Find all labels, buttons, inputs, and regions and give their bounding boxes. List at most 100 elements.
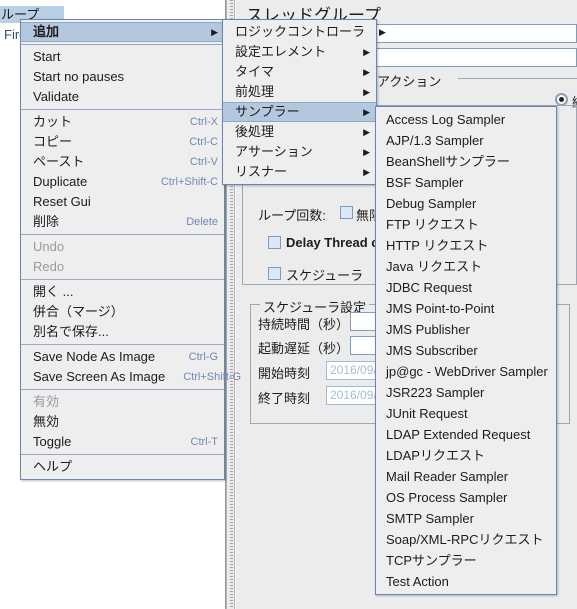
menu-item-label: アサーション bbox=[235, 144, 313, 159]
menu-item-add-2[interactable]: タイマ ▶ bbox=[223, 62, 376, 82]
menu-item-label: Debug Sampler bbox=[386, 196, 477, 211]
menu-item-sampler-17[interactable]: Mail Reader Sampler bbox=[376, 466, 556, 487]
menu-item-context-24[interactable]: 無効 bbox=[21, 412, 224, 432]
menu-item-sampler-13[interactable]: JSR223 Sampler bbox=[376, 382, 556, 403]
menu-item-label: ロジックコントローラ bbox=[235, 24, 366, 39]
end-time-label: 終了時刻 bbox=[258, 391, 311, 406]
menu-item-context-9[interactable]: Duplicate Ctrl+Shift-C bbox=[21, 172, 224, 192]
menu-item-add-7[interactable]: リスナー ▶ bbox=[223, 162, 376, 182]
add-submenu[interactable]: ロジックコントローラ ▶ 設定エレメント ▶ タイマ ▶ 前処理 ▶ サンプラー ▶ 後処理 ▶ アサー… bbox=[222, 19, 386, 185]
menu-item-context-13: Undo bbox=[21, 237, 224, 257]
menu-item-add-4[interactable]: サンプラー ▶ bbox=[223, 102, 376, 122]
loop-infinite-checkbox[interactable] bbox=[340, 206, 353, 219]
menu-item-sampler-7[interactable]: Java リクエスト bbox=[376, 256, 556, 277]
menu-item-context-18[interactable]: 別名で保存... bbox=[21, 322, 224, 342]
menu-item-sampler-8[interactable]: JDBC Request bbox=[376, 277, 556, 298]
menu-item-label: リスナー bbox=[235, 164, 288, 179]
chevron-right-icon: ▶ bbox=[363, 127, 370, 137]
menu-item-label: Toggle bbox=[33, 434, 72, 449]
menu-item-context-10[interactable]: Reset Gui bbox=[21, 192, 224, 212]
action-group-rule bbox=[458, 78, 577, 79]
chevron-right-icon: ▶ bbox=[211, 27, 218, 37]
menu-item-sampler-2[interactable]: BeanShellサンプラー bbox=[376, 151, 556, 172]
menu-item-label: TCPサンプラー bbox=[386, 553, 477, 568]
menu-item-context-21[interactable]: Save Screen As Image Ctrl+Shift-G bbox=[21, 367, 241, 387]
menu-item-context-2[interactable]: Start bbox=[21, 47, 224, 67]
menu-item-sampler-5[interactable]: FTP リクエスト bbox=[376, 214, 556, 235]
menu-item-sampler-14[interactable]: JUnit Request bbox=[376, 403, 556, 424]
menu-item-sampler-21[interactable]: TCPサンプラー bbox=[376, 550, 556, 571]
menu-item-add-5[interactable]: 後処理 ▶ bbox=[223, 122, 376, 142]
menu-item-label: FTP リクエスト bbox=[386, 217, 479, 232]
menu-item-label: SMTP Sampler bbox=[386, 511, 474, 526]
menu-item-sampler-4[interactable]: Debug Sampler bbox=[376, 193, 556, 214]
menu-separator bbox=[21, 279, 224, 280]
menu-item-label: OS Process Sampler bbox=[386, 490, 508, 505]
menu-item-sampler-19[interactable]: SMTP Sampler bbox=[376, 508, 556, 529]
menu-item-context-16[interactable]: 開く ... bbox=[21, 282, 224, 302]
menu-item-context-8[interactable]: ペースト Ctrl-V bbox=[21, 152, 224, 172]
menu-item-shortcut: Delete bbox=[186, 216, 218, 228]
menu-separator bbox=[21, 44, 224, 45]
menu-item-sampler-22[interactable]: Test Action bbox=[376, 571, 556, 592]
chevron-right-icon: ▶ bbox=[363, 147, 370, 157]
menu-item-label: 前処理 bbox=[235, 84, 275, 99]
menu-item-sampler-15[interactable]: LDAP Extended Request bbox=[376, 424, 556, 445]
menu-item-add-6[interactable]: アサーション ▶ bbox=[223, 142, 376, 162]
menu-item-context-4[interactable]: Validate bbox=[21, 87, 224, 107]
menu-item-sampler-1[interactable]: AJP/1.3 Sampler bbox=[376, 130, 556, 151]
menu-item-label: Test Action bbox=[386, 574, 449, 589]
menu-item-context-0[interactable]: 追加 ▶ bbox=[21, 22, 224, 42]
menu-item-label: 開く ... bbox=[33, 284, 74, 299]
sampler-submenu[interactable]: Access Log Sampler AJP/1.3 Sampler BeanShe… bbox=[375, 106, 557, 595]
menu-item-label: タイマ bbox=[235, 64, 275, 79]
menu-item-sampler-10[interactable]: JMS Publisher bbox=[376, 319, 556, 340]
menu-item-sampler-20[interactable]: Soap/XML-RPCリクエスト bbox=[376, 529, 556, 550]
menu-item-sampler-9[interactable]: JMS Point-to-Point bbox=[376, 298, 556, 319]
menu-item-sampler-11[interactable]: JMS Subscriber bbox=[376, 340, 556, 361]
menu-item-context-7[interactable]: コピー Ctrl-C bbox=[21, 132, 224, 152]
menu-item-label: Duplicate bbox=[33, 174, 88, 189]
menu-item-sampler-16[interactable]: LDAPリクエスト bbox=[376, 445, 556, 466]
duration-label: 持続時間（秒） bbox=[258, 317, 350, 332]
menu-item-add-3[interactable]: 前処理 ▶ bbox=[223, 82, 376, 102]
menu-item-sampler-0[interactable]: Access Log Sampler bbox=[376, 109, 556, 130]
menu-item-label: JDBC Request bbox=[386, 280, 472, 295]
menu-item-shortcut: Ctrl-X bbox=[189, 116, 218, 128]
menu-item-sampler-6[interactable]: HTTP リクエスト bbox=[376, 235, 556, 256]
menu-item-context-25[interactable]: Toggle Ctrl-T bbox=[21, 432, 224, 452]
menu-item-context-3[interactable]: Start no pauses bbox=[21, 67, 224, 87]
menu-item-context-14: Redo bbox=[21, 257, 224, 277]
menu-item-add-1[interactable]: 設定エレメント ▶ bbox=[223, 42, 376, 62]
menu-item-context-17[interactable]: 併合（マージ） bbox=[21, 302, 224, 322]
menu-item-context-11[interactable]: 削除 Delete bbox=[21, 212, 224, 232]
menu-item-label: Mail Reader Sampler bbox=[386, 469, 509, 484]
chevron-right-icon: ▶ bbox=[379, 27, 386, 37]
menu-item-label: ペースト bbox=[33, 154, 85, 169]
menu-item-label: ヘルプ bbox=[33, 459, 73, 474]
menu-item-label: HTTP リクエスト bbox=[386, 238, 489, 253]
menu-item-sampler-18[interactable]: OS Process Sampler bbox=[376, 487, 556, 508]
menu-item-context-20[interactable]: Save Node As Image Ctrl-G bbox=[21, 347, 224, 367]
menu-item-label: サンプラー bbox=[235, 104, 300, 119]
menu-item-label: JMS Point-to-Point bbox=[386, 301, 495, 316]
menu-item-sampler-12[interactable]: jp@gc - WebDriver Sampler bbox=[376, 361, 556, 382]
menu-item-label: LDAP Extended Request bbox=[386, 427, 531, 442]
node-context-menu[interactable]: 追加 ▶ Start Start no pauses Validate カット Ctrl-X… bbox=[20, 19, 241, 480]
menu-item-label: 併合（マージ） bbox=[33, 304, 124, 319]
scheduler-checkbox[interactable] bbox=[268, 267, 281, 280]
menu-item-shortcut: Ctrl-V bbox=[189, 156, 218, 168]
menu-item-context-6[interactable]: カット Ctrl-X bbox=[21, 112, 224, 132]
menu-item-context-27[interactable]: ヘルプ bbox=[21, 457, 224, 477]
menu-item-label: Validate bbox=[33, 89, 80, 104]
chevron-right-icon: ▶ bbox=[363, 67, 370, 77]
delay-thread-checkbox[interactable] bbox=[268, 236, 281, 249]
menu-item-sampler-3[interactable]: BSF Sampler bbox=[376, 172, 556, 193]
menu-item-label: JMS Subscriber bbox=[386, 343, 478, 358]
menu-item-label: LDAPリクエスト bbox=[386, 448, 485, 463]
menu-item-label: jp@gc - WebDriver Sampler bbox=[386, 364, 548, 379]
menu-item-add-0[interactable]: ロジックコントローラ ▶ bbox=[223, 22, 386, 42]
menu-item-shortcut: Ctrl+Shift-C bbox=[160, 176, 218, 188]
menu-item-label: JUnit Request bbox=[386, 406, 468, 421]
menu-item-shortcut: Ctrl-G bbox=[188, 351, 218, 363]
